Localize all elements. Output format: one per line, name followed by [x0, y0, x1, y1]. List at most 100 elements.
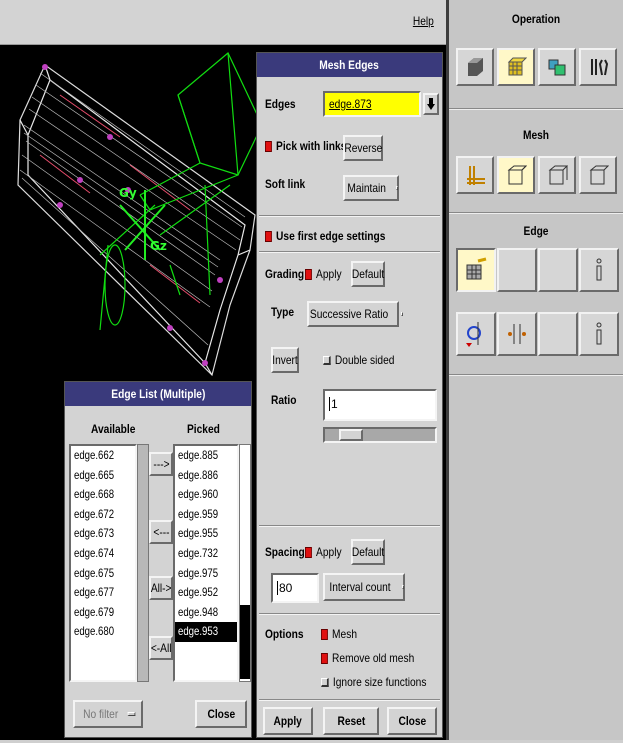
available-header: Available	[91, 422, 136, 436]
ratio-slider[interactable]	[323, 427, 437, 443]
list-item[interactable]: edge.948	[175, 603, 237, 623]
unchecked-box-icon	[321, 678, 329, 688]
spacing-value: 80	[277, 581, 293, 595]
move-right-button[interactable]: --->	[149, 452, 173, 476]
available-list[interactable]: edge.662 edge.665 edge.668 edge.672 edge.673…	[69, 444, 137, 682]
mesh-edges-panel: Mesh Edges Edges edge.873 Pick with link…	[256, 52, 443, 738]
mesh-group-button[interactable]	[579, 156, 617, 194]
edge-op-button-3[interactable]	[538, 248, 578, 292]
spacing-label: Spacing	[265, 545, 305, 559]
picked-header: Picked	[187, 422, 220, 436]
reverse-button[interactable]: Reverse	[343, 135, 383, 161]
option-ignore-size-checkbox[interactable]: Ignore size functions	[321, 675, 426, 689]
move-all-left-button[interactable]: <-All	[149, 636, 173, 660]
mesh-tool-button[interactable]	[497, 48, 535, 86]
list-item[interactable]: edge.673	[71, 524, 135, 544]
invert-button[interactable]: Invert	[271, 347, 299, 373]
merge-edge-icon	[508, 324, 526, 344]
double-sided-checkbox[interactable]: Double sided	[323, 353, 394, 367]
ratio-label: Ratio	[271, 393, 297, 407]
grading-apply-checkbox[interactable]: Apply	[305, 267, 342, 281]
edge-split-button[interactable]	[456, 312, 496, 356]
list-item[interactable]: edge.665	[71, 466, 135, 486]
filter-option[interactable]: No filter	[73, 700, 143, 728]
edge-info-button[interactable]	[579, 248, 619, 292]
move-left-button[interactable]: <---	[149, 520, 173, 544]
zones-tool-button[interactable]	[538, 48, 576, 86]
picked-scrollbar[interactable]	[239, 444, 251, 682]
edge-merge-button[interactable]	[497, 312, 537, 356]
list-item[interactable]: edge.886	[175, 466, 237, 486]
list-item[interactable]: edge.960	[175, 485, 237, 505]
option-menu-icon	[395, 186, 398, 190]
list-item[interactable]: edge.732	[175, 544, 237, 564]
list-item[interactable]: edge.959	[175, 505, 237, 525]
list-item[interactable]: edge.662	[71, 446, 135, 466]
edge-op-button-7[interactable]	[538, 312, 578, 356]
info-icon	[596, 322, 602, 345]
list-item[interactable]: edge.680	[71, 622, 135, 642]
checked-box-icon	[321, 629, 328, 641]
edges-field[interactable]: edge.873	[323, 91, 421, 117]
picked-list[interactable]: edge.885 edge.886 edge.960 edge.959 edge.955…	[173, 444, 239, 682]
pick-with-links-checkbox[interactable]: Pick with links	[265, 139, 346, 153]
edge-list-title: Edge List (Multiple)	[65, 382, 251, 406]
mesh-edges-icon	[466, 257, 487, 280]
checked-box-icon	[321, 653, 328, 665]
reset-button[interactable]: Reset	[323, 707, 379, 735]
group-icon	[589, 165, 609, 185]
list-item[interactable]: edge.975	[175, 564, 237, 584]
menubar: Help	[0, 0, 446, 45]
use-first-edge-checkbox[interactable]: Use first edge settings	[265, 229, 385, 243]
list-item[interactable]: edge.677	[71, 583, 135, 603]
volume-icon	[548, 165, 568, 185]
list-item[interactable]: edge.672	[71, 505, 135, 525]
spacing-type-option[interactable]: Interval count	[323, 573, 405, 601]
face-icon	[507, 165, 527, 185]
list-item[interactable]: edge.952	[175, 583, 237, 603]
option-mesh-checkbox[interactable]: Mesh	[321, 627, 357, 641]
spacing-value-input[interactable]: 80	[271, 573, 319, 603]
apply-button[interactable]: Apply	[263, 707, 313, 735]
edge-op-button-2[interactable]	[497, 248, 537, 292]
list-item[interactable]: edge.674	[71, 544, 135, 564]
mesh-edges-op-button[interactable]	[456, 248, 496, 292]
list-item[interactable]: edge.885	[175, 446, 237, 466]
close-button[interactable]: Close	[387, 707, 437, 735]
option-menu-icon	[402, 585, 404, 589]
arrow-down-icon	[427, 98, 435, 110]
grading-type-option[interactable]: Successive Ratio	[307, 301, 403, 327]
available-scrollbar[interactable]	[137, 444, 149, 682]
mesh-edge-button[interactable]	[456, 156, 494, 194]
list-item[interactable]: edge.953	[175, 622, 237, 642]
list-item[interactable]: edge.679	[71, 603, 135, 623]
mesh-volume-button[interactable]	[538, 156, 576, 194]
soft-link-option[interactable]: Maintain	[343, 175, 399, 201]
list-item[interactable]: edge.955	[175, 524, 237, 544]
zones-icon	[548, 59, 566, 76]
tools-icon	[591, 59, 609, 76]
type-label: Type	[271, 305, 295, 319]
options-label: Options	[265, 627, 304, 641]
grading-default-button[interactable]: Default	[351, 261, 385, 287]
list-item[interactable]: edge.668	[71, 485, 135, 505]
ratio-input[interactable]: 1	[323, 389, 437, 421]
list-item[interactable]: edge.675	[71, 564, 135, 584]
tools-button[interactable]	[579, 48, 617, 86]
option-menu-icon	[127, 712, 136, 716]
edge-summary-button[interactable]	[579, 312, 619, 356]
picked-scrollbar-thumb[interactable]	[240, 605, 250, 679]
geometry-tool-button[interactable]	[456, 48, 494, 86]
edge-list-close-button[interactable]: Close	[195, 700, 247, 728]
option-remove-old-mesh-checkbox[interactable]: Remove old mesh	[321, 651, 414, 665]
spacing-apply-checkbox[interactable]: Apply	[305, 545, 342, 559]
mesh-face-button[interactable]	[497, 156, 535, 194]
spacing-default-button[interactable]: Default	[351, 539, 385, 565]
ratio-slider-thumb[interactable]	[339, 429, 363, 441]
ratio-input-value: 1	[329, 397, 338, 411]
cube-icon	[468, 58, 483, 76]
move-all-right-button[interactable]: All->	[149, 576, 173, 600]
help-menu[interactable]: Help	[413, 14, 434, 28]
edges-list-button[interactable]	[423, 93, 439, 115]
split-edge-icon	[466, 322, 481, 347]
